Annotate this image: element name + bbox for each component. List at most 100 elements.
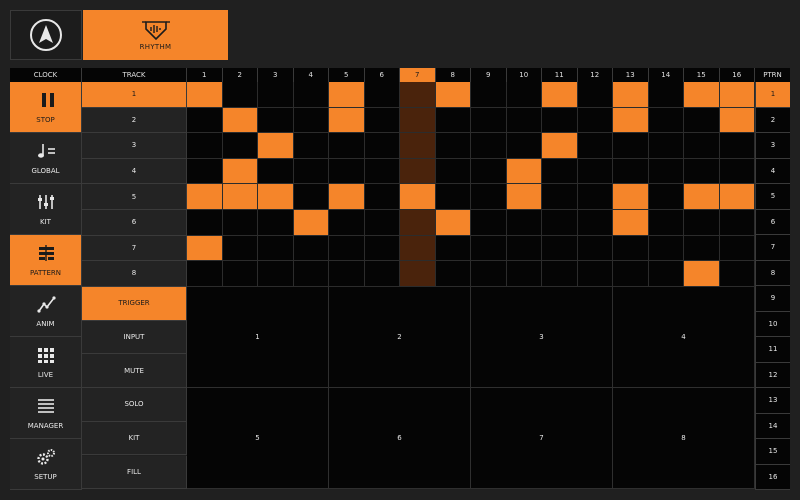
- step-cell[interactable]: [187, 184, 223, 210]
- step-cell[interactable]: [293, 261, 329, 287]
- step-cell[interactable]: [542, 210, 578, 236]
- step-cell[interactable]: [293, 82, 329, 108]
- step-header-7[interactable]: 7: [400, 68, 436, 82]
- step-cell[interactable]: [258, 158, 294, 185]
- pad-1[interactable]: 1: [187, 287, 329, 388]
- step-cell[interactable]: [648, 210, 684, 236]
- step-cell[interactable]: [329, 82, 365, 108]
- step-cell[interactable]: [329, 133, 365, 159]
- step-header-1[interactable]: 1: [187, 68, 223, 82]
- mode-input-button[interactable]: INPUT: [82, 320, 187, 355]
- nav-manager-button[interactable]: MANAGER: [10, 388, 82, 439]
- step-cell[interactable]: [435, 210, 471, 236]
- step-cell[interactable]: [293, 184, 329, 210]
- step-cell[interactable]: [684, 107, 720, 134]
- step-cell[interactable]: [258, 210, 294, 236]
- step-cell[interactable]: [613, 210, 649, 236]
- step-cell[interactable]: [435, 158, 471, 185]
- step-header-5[interactable]: 5: [329, 68, 365, 82]
- track-7-button[interactable]: 7: [82, 235, 187, 262]
- pattern-3-button[interactable]: 3: [755, 133, 790, 159]
- step-cell[interactable]: [613, 184, 649, 210]
- nav-global-button[interactable]: GLOBAL: [10, 133, 82, 184]
- step-cell[interactable]: [506, 82, 542, 108]
- step-header-8[interactable]: 8: [435, 68, 471, 82]
- step-cell[interactable]: [435, 82, 471, 108]
- step-cell[interactable]: [684, 210, 720, 236]
- mode-kit-button[interactable]: KIT: [82, 421, 187, 456]
- step-cell[interactable]: [400, 107, 436, 134]
- step-cell[interactable]: [329, 261, 365, 287]
- step-cell[interactable]: [471, 235, 507, 262]
- step-cell[interactable]: [577, 261, 613, 287]
- step-cell[interactable]: [613, 107, 649, 134]
- mode-solo-button[interactable]: SOLO: [82, 388, 187, 422]
- step-cell[interactable]: [258, 107, 294, 134]
- step-cell[interactable]: [542, 82, 578, 108]
- track-1-button[interactable]: 1: [82, 82, 187, 108]
- step-cell[interactable]: [187, 107, 223, 134]
- pattern-14-button[interactable]: 14: [755, 413, 790, 439]
- step-cell[interactable]: [187, 235, 223, 262]
- step-cell[interactable]: [400, 210, 436, 236]
- step-cell[interactable]: [258, 261, 294, 287]
- step-cell[interactable]: [364, 158, 400, 185]
- nav-live-button[interactable]: LIVE: [10, 337, 82, 388]
- step-cell[interactable]: [364, 82, 400, 108]
- pad-7[interactable]: 7: [471, 388, 613, 489]
- step-cell[interactable]: [400, 82, 436, 108]
- step-cell[interactable]: [684, 133, 720, 159]
- step-cell[interactable]: [258, 82, 294, 108]
- pattern-8-button[interactable]: 8: [755, 260, 790, 286]
- step-header-16[interactable]: 16: [719, 68, 755, 82]
- step-cell[interactable]: [400, 158, 436, 185]
- mode-trigger-button[interactable]: TRIGGER: [82, 287, 187, 321]
- step-header-13[interactable]: 13: [613, 68, 649, 82]
- step-header-11[interactable]: 11: [542, 68, 578, 82]
- pattern-6-button[interactable]: 6: [755, 209, 790, 235]
- pad-3[interactable]: 3: [471, 287, 613, 388]
- track-2-button[interactable]: 2: [82, 107, 187, 134]
- step-cell[interactable]: [222, 158, 258, 185]
- step-cell[interactable]: [435, 184, 471, 210]
- pattern-5-button[interactable]: 5: [755, 184, 790, 210]
- step-cell[interactable]: [542, 107, 578, 134]
- step-cell[interactable]: [719, 82, 755, 108]
- step-header-3[interactable]: 3: [258, 68, 294, 82]
- pattern-2-button[interactable]: 2: [755, 107, 790, 133]
- track-6-button[interactable]: 6: [82, 210, 187, 236]
- pad-5[interactable]: 5: [187, 388, 329, 489]
- step-cell[interactable]: [506, 107, 542, 134]
- mode-fill-button[interactable]: FILL: [82, 455, 187, 490]
- step-cell[interactable]: [719, 107, 755, 134]
- pad-8[interactable]: 8: [613, 388, 755, 489]
- step-cell[interactable]: [293, 133, 329, 159]
- step-cell[interactable]: [258, 235, 294, 262]
- nav-anim-button[interactable]: ANIM: [10, 286, 82, 337]
- step-cell[interactable]: [222, 235, 258, 262]
- step-cell[interactable]: [364, 133, 400, 159]
- step-header-10[interactable]: 10: [506, 68, 542, 82]
- step-cell[interactable]: [648, 261, 684, 287]
- step-cell[interactable]: [329, 158, 365, 185]
- track-4-button[interactable]: 4: [82, 158, 187, 185]
- step-cell[interactable]: [648, 133, 684, 159]
- step-cell[interactable]: [648, 107, 684, 134]
- track-5-button[interactable]: 5: [82, 184, 187, 210]
- step-cell[interactable]: [684, 235, 720, 262]
- nav-pattern-button[interactable]: PATTERN: [10, 235, 82, 286]
- step-header-12[interactable]: 12: [577, 68, 613, 82]
- step-cell[interactable]: [293, 235, 329, 262]
- step-cell[interactable]: [364, 261, 400, 287]
- step-cell[interactable]: [364, 235, 400, 262]
- step-cell[interactable]: [222, 184, 258, 210]
- step-cell[interactable]: [577, 210, 613, 236]
- step-cell[interactable]: [293, 158, 329, 185]
- step-cell[interactable]: [506, 133, 542, 159]
- step-header-15[interactable]: 15: [684, 68, 720, 82]
- step-cell[interactable]: [435, 133, 471, 159]
- step-cell[interactable]: [400, 261, 436, 287]
- step-cell[interactable]: [187, 158, 223, 185]
- step-cell[interactable]: [187, 82, 223, 108]
- home-logo-button[interactable]: [10, 10, 82, 60]
